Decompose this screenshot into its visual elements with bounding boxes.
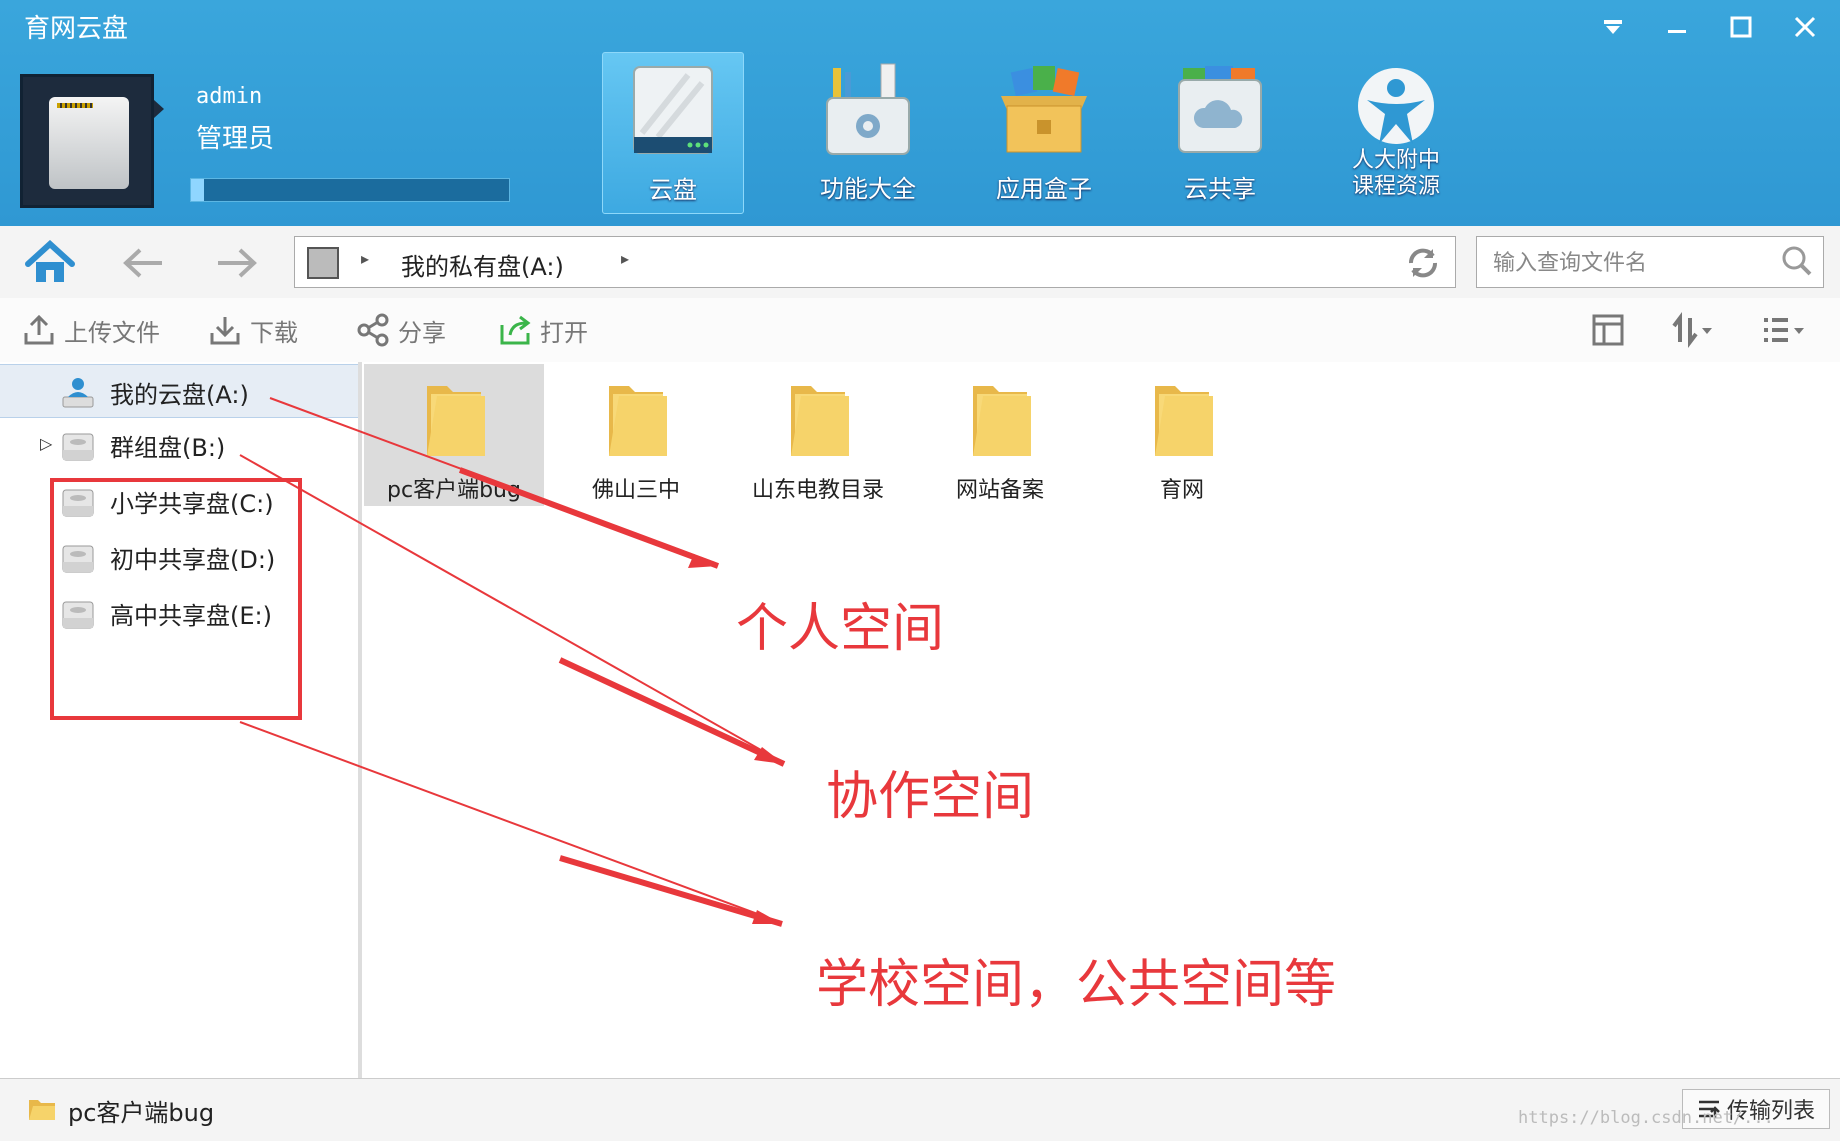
dropdown-icon[interactable] <box>1598 10 1628 44</box>
tree-item-label: 我的云盘(A:) <box>110 381 249 409</box>
storage-quota-bar <box>190 178 510 202</box>
share-label: 分享 <box>398 318 446 347</box>
action-toolbar: 上传文件 下载 分享 打开 <box>0 298 1840 363</box>
selected-item-name: pc客户端bug <box>68 1099 215 1127</box>
course-resource-icon <box>1358 68 1434 144</box>
breadcrumb-separator-icon[interactable]: ▸ <box>361 249 369 268</box>
tree-item-label: 群组盘(B:) <box>110 434 226 462</box>
refresh-icon[interactable] <box>1403 245 1443 281</box>
open-button[interactable]: 打开 <box>498 312 588 348</box>
folder-icon <box>1155 386 1213 456</box>
folder-name: 育网 <box>1159 478 1204 503</box>
app-label: 功能大全 <box>820 175 916 203</box>
share-button[interactable]: 分享 <box>356 312 446 348</box>
folder-item[interactable]: 山东电教目录 <box>728 364 908 506</box>
folder-name: 佛山三中 <box>591 478 680 503</box>
minimize-icon[interactable] <box>1662 10 1692 44</box>
download-icon <box>210 317 240 345</box>
folder-item[interactable]: 网站备案 <box>910 364 1090 506</box>
app-label: 人大附中 课程资源 <box>1308 148 1484 200</box>
folder-icon <box>791 386 849 456</box>
avatar-pointer <box>154 100 164 118</box>
annotation-school-space: 学校空间，公共空间等 <box>816 955 1337 1015</box>
drive-icon <box>307 247 339 279</box>
expand-triangle-icon[interactable]: ▷ <box>40 434 52 453</box>
folder-icon <box>29 1100 55 1120</box>
app-box-icon <box>1001 66 1087 153</box>
folder-item[interactable]: 育网 <box>1092 364 1272 506</box>
share-icon <box>357 313 389 347</box>
user-drive-icon <box>62 378 94 408</box>
watermark-text: https://blog.csdn.net/... <box>1518 1108 1774 1128</box>
open-label: 打开 <box>540 318 588 347</box>
user-avatar[interactable] <box>20 74 154 208</box>
folder-item[interactable]: 佛山三中 <box>546 364 726 506</box>
navigation-bar: ▸ 我的私有盘(A:) ▸ <box>0 226 1840 299</box>
folder-item[interactable]: pc客户端bug <box>364 364 544 506</box>
sort-icon[interactable] <box>1668 312 1716 348</box>
upload-icon <box>24 314 54 345</box>
upload-button[interactable]: 上传文件 <box>22 312 160 348</box>
search-icon[interactable] <box>1779 243 1815 279</box>
cloud-disk-window: 育网云盘 admin 管理员 云盘 功能大全 应用盒子 云共享 人大附中 课程资… <box>0 0 1840 1141</box>
annotation-personal-space: 个人空间 <box>736 599 945 659</box>
preview-pane-icon[interactable] <box>1584 312 1632 348</box>
cloud-share-icon <box>1178 66 1262 153</box>
folder-icon <box>427 386 485 456</box>
back-arrow-icon[interactable] <box>118 240 170 286</box>
app-label: 云共享 <box>1184 175 1256 203</box>
breadcrumb-path[interactable]: 我的私有盘(A:) <box>401 247 564 282</box>
upload-label: 上传文件 <box>64 318 160 347</box>
tree-item-group-drive[interactable]: ▷ 群组盘(B:) <box>0 418 358 470</box>
open-icon <box>500 315 531 345</box>
window-controls <box>1598 10 1820 44</box>
window-title: 育网云盘 <box>24 14 129 44</box>
drive-tree: 我的云盘(A:) ▷ 群组盘(B:) 小学共享盘(C:) 初中共享盘(D:) 高… <box>0 362 362 1078</box>
folder-name: pc客户端bug <box>387 478 521 503</box>
storage-quota-fill <box>191 179 204 201</box>
app-toolbox[interactable]: 功能大全 <box>780 52 956 212</box>
app-header: 育网云盘 admin 管理员 云盘 功能大全 应用盒子 云共享 人大附中 课程资… <box>0 0 1840 226</box>
breadcrumb-separator-icon[interactable]: ▸ <box>621 249 629 268</box>
download-label: 下载 <box>250 318 298 347</box>
download-button[interactable]: 下载 <box>208 312 298 348</box>
drive-icon <box>62 433 94 461</box>
app-label-line: 课程资源 <box>1351 174 1440 199</box>
address-bar[interactable]: ▸ 我的私有盘(A:) ▸ <box>294 236 1456 288</box>
annotation-collab-space: 协作空间 <box>826 767 1035 827</box>
toolbox-icon <box>826 63 910 155</box>
app-cloud-share[interactable]: 云共享 <box>1132 52 1308 212</box>
search-box <box>1476 236 1824 288</box>
app-label: 云盘 <box>649 176 697 204</box>
maximize-icon[interactable] <box>1726 10 1756 44</box>
cloud-disk-icon <box>633 66 713 154</box>
home-icon[interactable] <box>24 240 76 286</box>
search-input[interactable] <box>1491 245 1775 281</box>
user-role: 管理员 <box>196 124 275 154</box>
annotation-highlight-box <box>50 478 302 720</box>
folder-icon <box>973 386 1031 456</box>
folder-name: 网站备案 <box>955 478 1044 503</box>
forward-arrow-icon[interactable] <box>210 240 262 286</box>
folder-name: 山东电教目录 <box>751 478 884 503</box>
tree-item-my-cloud[interactable]: 我的云盘(A:) <box>0 364 358 418</box>
list-view-icon[interactable] <box>1760 312 1808 348</box>
app-label: 应用盒子 <box>996 175 1092 203</box>
app-label-line: 人大附中 <box>1351 148 1440 173</box>
close-icon[interactable] <box>1790 10 1820 44</box>
app-course-resource[interactable]: 人大附中 课程资源 <box>1308 52 1484 212</box>
app-cloud-disk[interactable]: 云盘 <box>602 52 744 214</box>
app-launcher: 云盘 功能大全 应用盒子 云共享 人大附中 课程资源 <box>602 52 1484 214</box>
user-name: admin <box>196 84 263 109</box>
app-box[interactable]: 应用盒子 <box>956 52 1132 212</box>
folder-icon <box>609 386 667 456</box>
hard-disk-icon <box>49 97 129 189</box>
